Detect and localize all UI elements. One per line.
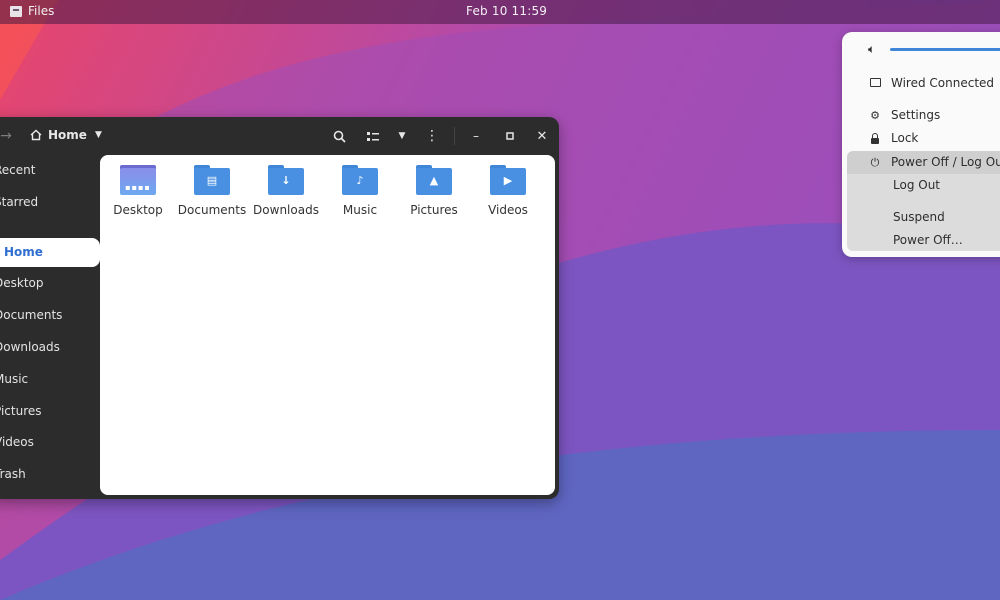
sidebar-item-downloads[interactable]: Downloads [0,332,100,362]
file-name: Documents [177,203,247,217]
volume-control[interactable]: 🔈︎ [866,42,1000,58]
wired-label: Wired Connected [891,76,995,90]
minimize-icon: – [473,129,479,143]
sidebar: Recent Starred Home Desktop Documents Do… [0,155,100,499]
documents-folder-icon: ▤ [194,165,230,195]
monitor-icon [868,72,882,95]
power-off-item[interactable]: Power Off… [893,230,963,250]
view-toggle-button[interactable] [363,125,383,147]
music-folder-icon: ♪ [342,165,378,195]
sidebar-item-recent[interactable]: Recent [0,155,100,185]
forward-arrow-icon[interactable]: → [0,125,14,147]
search-icon [333,130,346,143]
desktop-folder-icon: ▪▪▪▪ [120,165,156,195]
file-item-downloads[interactable]: ↓ Downloads [249,163,323,217]
file-view: ▪▪▪▪ Desktop ▤ Documents ↓ Downloads ♪ M… [100,155,555,495]
sidebar-item-music[interactable]: Music [0,364,100,394]
file-name: Pictures [410,203,458,217]
sidebar-item-desktop[interactable]: Desktop [0,268,100,298]
files-window: → Home ▼ ▼ ⋮ – ✕ ecent tarred Home eskto… [0,117,559,499]
kebab-menu-icon: ⋮ [425,128,439,144]
sidebar-item-documents[interactable]: Documents [0,300,100,330]
path-bar-home[interactable]: Home ▼ [30,124,102,146]
maximize-icon [506,132,514,140]
file-name: Videos [488,203,528,217]
chevron-down-icon: ▼ [94,130,102,140]
settings-label: Settings [891,108,941,122]
file-item-music[interactable]: ♪ Music [323,163,397,217]
chevron-down-icon: ▼ [398,131,406,141]
system-menu: 🔈︎ Wired Connected ⚙ Settings Lock ⏻ Pow… [842,32,1000,257]
sidebar-item-pictures[interactable]: Pictures [0,396,100,426]
maximize-button[interactable] [502,125,518,147]
lock-item[interactable]: Lock [842,127,1000,150]
header-bar: → Home ▼ ▼ ⋮ – ✕ [0,117,559,155]
settings-item[interactable]: ⚙ Settings [842,104,1000,127]
files-app-icon [10,5,22,17]
file-item-pictures[interactable]: ▲ Pictures [397,163,471,217]
pictures-folder-icon: ▲ [416,165,452,195]
path-label: Home [48,128,87,142]
videos-folder-icon: ▶ [490,165,526,195]
app-name: Files [28,4,55,18]
file-item-desktop[interactable]: ▪▪▪▪ Desktop [101,163,175,217]
sidebar-item-videos[interactable]: Videos [0,427,100,457]
file-item-documents[interactable]: ▤ Documents [175,163,249,217]
log-out-item[interactable]: Log Out [893,175,940,195]
home-icon [30,129,42,141]
volume-icon: 🔈︎ [868,42,876,56]
activities-app-menu[interactable]: Files [10,4,54,18]
file-name: Desktop [113,203,163,217]
sidebar-item-starred[interactable]: Starred [0,187,100,217]
main-menu-button[interactable]: ⋮ [424,125,440,147]
view-options-dropdown[interactable]: ▼ [392,125,412,147]
top-bar: Files Feb 10 11:59 [0,0,1000,24]
power-header-label: Power Off / Log Out [891,155,1000,169]
volume-slider[interactable] [890,48,1000,51]
power-icon: ⏻ [870,156,880,169]
search-button[interactable] [329,125,349,147]
close-icon: ✕ [536,128,548,144]
file-name: Downloads [253,203,319,217]
view-list-icon [367,131,379,141]
gear-icon: ⚙ [870,109,880,122]
close-button[interactable]: ✕ [534,125,550,147]
wired-connection-item[interactable]: Wired Connected [842,72,1000,95]
minimize-button[interactable]: – [468,125,484,147]
file-name: Music [342,203,378,217]
lock-icon [868,127,882,150]
file-item-videos[interactable]: ▶ Videos [471,163,545,217]
downloads-folder-icon: ↓ [268,165,304,195]
header-separator [454,127,455,145]
sidebar-item-trash[interactable]: Trash [0,459,100,489]
sidebar-item-home[interactable]: Home [0,238,100,267]
suspend-item[interactable]: Suspend [893,207,945,227]
lock-label: Lock [891,131,919,145]
clock[interactable]: Feb 10 11:59 [466,4,547,18]
power-off-log-out-item[interactable]: ⏻ Power Off / Log Out [842,151,1000,174]
